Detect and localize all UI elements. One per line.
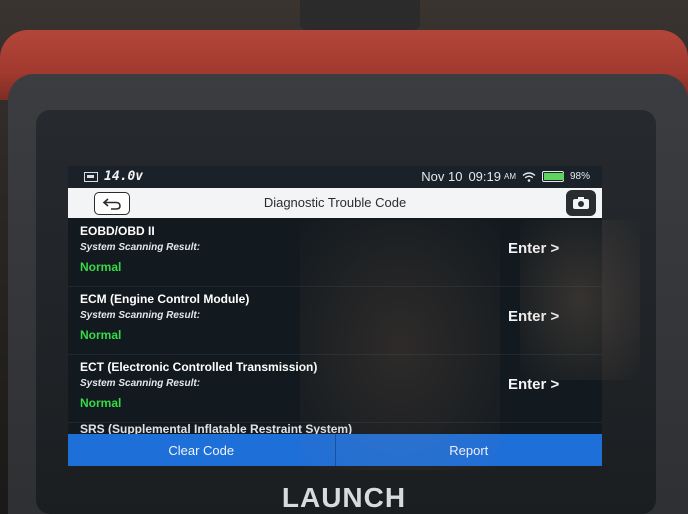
battery-icon xyxy=(541,171,564,182)
system-item-ecm: ECM (Engine Control Module) System Scann… xyxy=(68,286,602,355)
enter-button[interactable]: Enter > xyxy=(508,240,559,257)
clear-code-button[interactable]: Clear Code xyxy=(68,434,336,466)
system-name: EOBD/OBD II xyxy=(80,224,155,238)
enter-button[interactable]: Enter > xyxy=(508,376,559,393)
vehicle-battery-icon xyxy=(84,171,98,182)
scan-result-label: System Scanning Result: xyxy=(80,242,201,253)
scan-result-label: System Scanning Result: xyxy=(80,378,201,389)
status-time: 09:19 xyxy=(468,169,501,184)
scan-result-label: System Scanning Result: xyxy=(80,310,201,321)
status-bar: 14.0v Nov 10 09:19 AM 98% xyxy=(68,166,602,188)
device-screen: 14.0v Nov 10 09:19 AM 98% Diagnostic Tro… xyxy=(68,166,602,466)
scan-status: Normal xyxy=(80,396,122,410)
title-bar: Diagnostic Trouble Code xyxy=(68,188,602,218)
page-title: Diagnostic Trouble Code xyxy=(263,195,407,210)
scan-status: Normal xyxy=(80,260,122,274)
status-ampm: AM xyxy=(503,172,516,181)
status-date: Nov 10 xyxy=(421,169,463,184)
voltage-readout: 14.0v xyxy=(104,169,144,184)
system-name: ECM (Engine Control Module) xyxy=(80,292,250,306)
system-list: EOBD/OBD II System Scanning Result: Norm… xyxy=(68,218,602,436)
enter-button[interactable]: Enter > xyxy=(508,308,559,325)
system-item-eobd: EOBD/OBD II System Scanning Result: Norm… xyxy=(68,218,602,287)
system-item-ect: ECT (Electronic Controlled Transmission)… xyxy=(68,354,602,423)
battery-fill xyxy=(543,173,564,180)
wifi-icon xyxy=(522,171,536,182)
report-button[interactable]: Report xyxy=(335,434,602,466)
brand-logo: LAUNCH xyxy=(281,482,407,513)
scan-status: Normal xyxy=(80,328,122,342)
camera-icon xyxy=(573,197,589,209)
device-strap xyxy=(300,0,420,30)
screenshot-button[interactable] xyxy=(566,190,596,216)
bottom-action-bar: Clear Code Report xyxy=(68,434,602,466)
system-name: ECT (Electronic Controlled Transmission) xyxy=(80,360,318,374)
battery-percent: 98% xyxy=(569,171,590,182)
